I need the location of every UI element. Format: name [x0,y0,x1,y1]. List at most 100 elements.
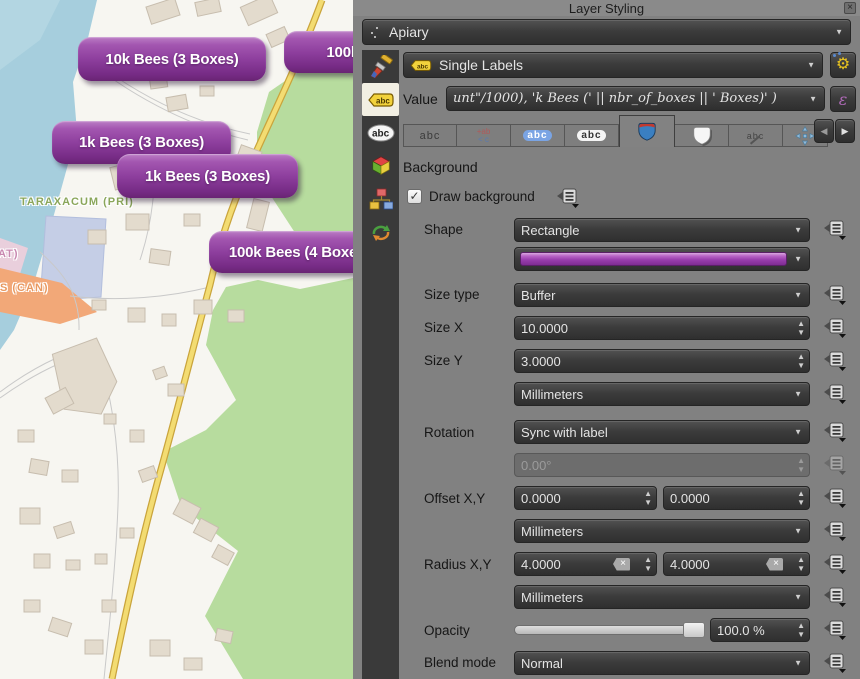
tab-text[interactable]: abc [403,124,457,147]
shape-value: Rectangle [521,223,580,238]
panel-title: Layer Styling [353,1,860,16]
spinner-arrows-icon[interactable]: ▲▼ [797,489,805,507]
tab-shadow[interactable] [675,124,729,147]
radius-x-spinbox[interactable]: 4.0000 × ▲▼ [514,552,657,576]
spinner-arrows-icon[interactable]: ▲▼ [644,489,652,507]
chevron-down-icon: ▼ [794,593,802,602]
sidebar-item-history[interactable] [362,215,399,248]
map-bee-label: 10k Bees (3 Boxes) [78,37,266,81]
clear-field-icon[interactable]: × [766,558,783,571]
svg-text:abc: abc [376,96,390,105]
map-canvas[interactable]: TARAXACUM (PRI) AT) S (CAN) 10k Bees (3 … [0,0,353,679]
labeling-mode-value: Single Labels [439,57,523,73]
map-bee-label: 1k Bees (3 Boxes) [117,154,298,198]
labeling-mode-combo[interactable]: abc Single Labels ▼ [403,52,823,78]
background-shield-icon [636,122,658,142]
map-bee-label: 100k Bees (4 Boxe [209,231,353,273]
spinner-arrows-icon[interactable]: ▲▼ [797,352,805,370]
tab-formatting[interactable]: +ab < c [457,124,511,147]
size-y-override-button[interactable] [822,350,850,372]
tab-scroll-left-button[interactable]: ◀ [814,119,834,143]
spinner-arrows-icon[interactable]: ▲▼ [644,555,652,573]
chevron-down-icon: ▼ [835,28,843,37]
point-layer-icon [369,25,383,39]
spinner-arrows-icon[interactable]: ▲▼ [797,621,805,639]
offset-unit-override-button[interactable] [822,520,850,542]
chevron-down-icon: ▼ [794,659,802,668]
offset-override-button[interactable] [822,487,850,509]
layer-styling-panel: Layer Styling × Apiary ▼ [353,0,860,679]
size-unit-override-button[interactable] [822,383,850,405]
sidebar-item-3d-view[interactable] [362,149,399,182]
tab-mask[interactable]: abc [565,124,619,147]
sidebar-item-masks[interactable]: abc [362,116,399,149]
offset-label: Offset X,Y [424,491,485,506]
rotation-mode-combo[interactable]: Sync with label ▼ [514,420,810,444]
opacity-slider-handle[interactable] [683,622,705,638]
radius-unit-override-button[interactable] [822,586,850,608]
size-type-override-button[interactable] [822,284,850,306]
chevron-down-icon: ▼ [794,527,802,536]
clear-field-icon[interactable]: × [613,558,630,571]
buffer-tab-icon: abc [523,130,551,141]
opacity-override-button[interactable] [822,619,850,641]
sidebar-item-labels[interactable]: abc [362,83,399,116]
draw-background-checkbox[interactable]: ✓ [407,189,422,204]
expression-builder-button[interactable]: ε [830,86,856,112]
opacity-slider[interactable] [514,625,704,635]
offset-y-spinbox[interactable]: 0.0000 ▲▼ [663,486,810,510]
radius-y-spinbox[interactable]: 4.0000 × ▲▼ [663,552,810,576]
chevron-down-icon: ▼ [794,226,802,235]
formatting-tab-icon: +ab < c [477,128,491,144]
auto-placement-settings-button[interactable]: ⚙ [830,52,856,78]
offset-unit-combo[interactable]: Millimeters ▼ [514,519,810,543]
tab-buffer[interactable]: abc [511,124,565,147]
map-basemap [0,0,353,679]
section-heading: Background [403,159,478,175]
size-unit-combo[interactable]: Millimeters ▼ [514,382,810,406]
fill-color-dropdown[interactable]: ▼ [514,247,810,271]
rotation-mode-value: Sync with label [521,425,608,440]
shape-override-button[interactable] [822,219,850,241]
shape-combo[interactable]: Rectangle ▼ [514,218,810,242]
tab-scroll-right-button[interactable]: ▶ [835,119,855,143]
value-row-label: Value [403,91,438,107]
offset-x-spinbox[interactable]: 0.0000 ▲▼ [514,486,657,510]
size-x-override-button[interactable] [822,317,850,339]
radius-unit-combo[interactable]: Millimeters ▼ [514,585,810,609]
size-y-spinbox[interactable]: 3.0000 ▲▼ [514,349,810,373]
panel-titlebar: Layer Styling × [353,0,860,16]
value-expression-combo[interactable]: unt"/1000), 'k Bees (' || nbr_of_boxes |… [446,86,825,111]
sidebar-item-symbology[interactable] [362,50,399,83]
close-icon[interactable]: × [844,2,856,14]
blend-mode-label: Blend mode [424,655,496,670]
layer-selector-combo[interactable]: Apiary ▼ [362,19,851,45]
text-tab-icon: abc [420,130,441,142]
spinner-arrows-icon[interactable]: ▲▼ [797,555,805,573]
opacity-spinbox[interactable]: 100.0 % ▲▼ [710,618,810,642]
tab-background[interactable] [619,115,675,147]
spinner-arrows-icon[interactable]: ▲▼ [797,319,805,337]
tab-callouts[interactable]: abc [729,124,783,147]
size-type-value: Buffer [521,288,555,303]
qgis-window: TARAXACUM (PRI) AT) S (CAN) 10k Bees (3 … [0,0,860,679]
size-type-combo[interactable]: Buffer ▼ [514,283,810,307]
draw-background-override-button[interactable] [555,187,583,209]
size-x-value: 10.0000 [521,321,568,336]
offset-y-value: 0.0000 [670,491,710,506]
size-x-spinbox[interactable]: 10.0000 ▲▼ [514,316,810,340]
size-y-label: Size Y [424,353,463,368]
label-tag-icon: abc [368,92,394,108]
value-expression-text: unt"/1000), 'k Bees (' || nbr_of_boxes |… [453,91,777,106]
radius-override-button[interactable] [822,553,850,575]
rotation-label: Rotation [424,425,474,440]
layer-selector-value: Apiary [389,24,429,40]
size-unit-value: Millimeters [521,387,583,402]
label-tag-icon: abc [410,59,432,72]
sidebar-item-diagrams[interactable] [362,182,399,215]
data-defined-override-icon [555,187,583,209]
blend-mode-override-button[interactable] [822,652,850,674]
rotation-override-button[interactable] [822,421,850,443]
blend-mode-combo[interactable]: Normal ▼ [514,651,810,675]
chevron-left-icon: ◀ [821,126,828,137]
